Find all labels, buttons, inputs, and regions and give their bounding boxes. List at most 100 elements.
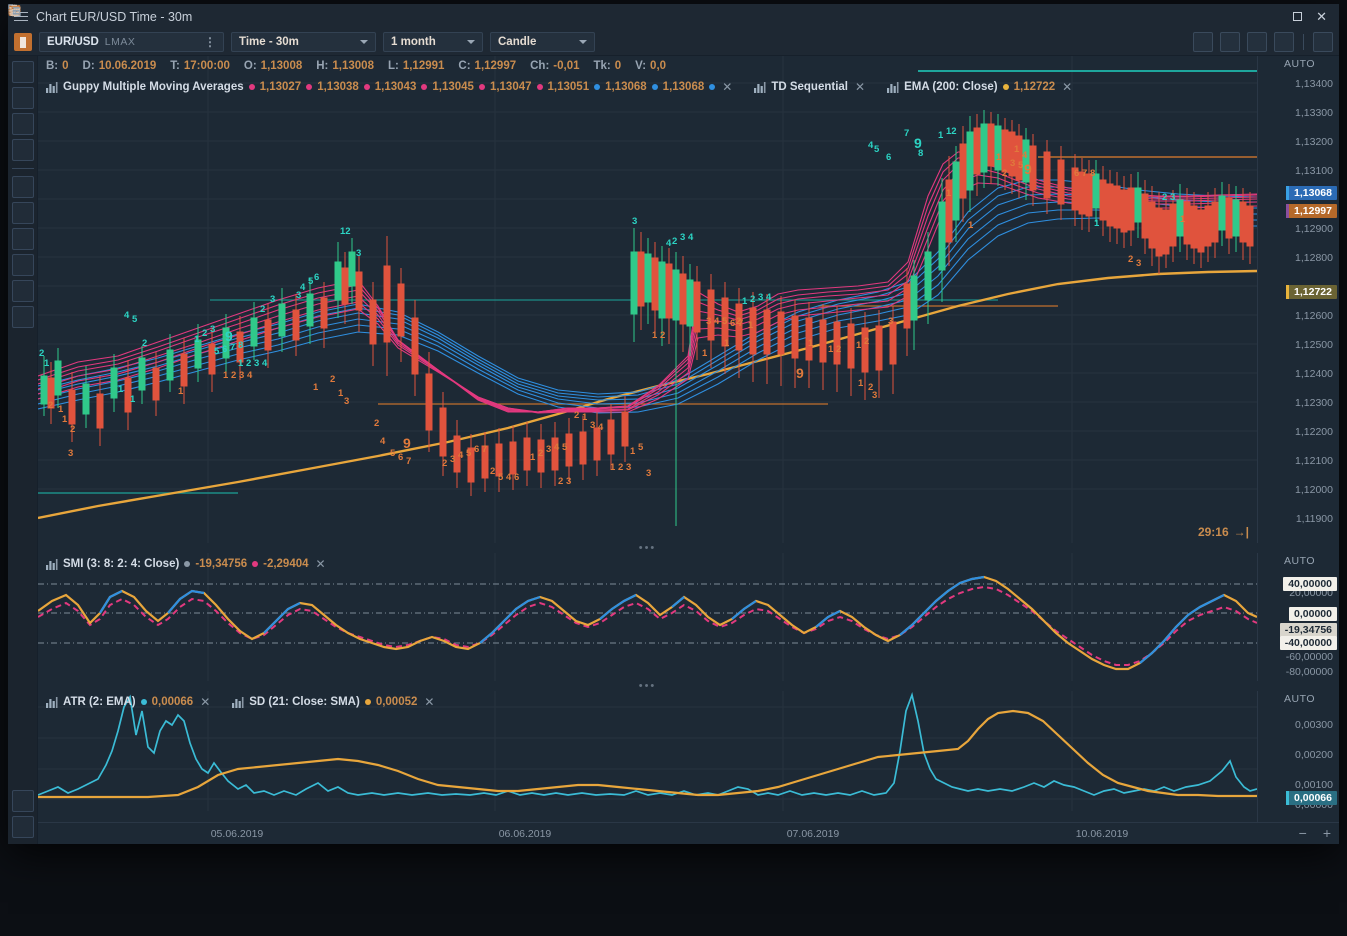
legend-item[interactable]: Guppy Multiple Moving Averages 1,13027 1,1… xyxy=(46,80,734,94)
layers-icon[interactable] xyxy=(9,5,34,109)
svg-text:4: 4 xyxy=(598,422,604,433)
svg-text:12: 12 xyxy=(946,126,957,137)
mouse-mode-icon[interactable] xyxy=(11,5,1240,52)
text-note-tool-icon[interactable] xyxy=(9,5,34,328)
svg-text:1: 1 xyxy=(238,358,244,369)
title-bar: Chart EUR/USD Time - 30m ✕ xyxy=(8,4,1339,29)
measure-icon[interactable] xyxy=(8,4,34,161)
restore-window-button[interactable] xyxy=(1293,12,1303,21)
svg-text:2: 2 xyxy=(1162,192,1167,203)
svg-text:7: 7 xyxy=(904,128,909,139)
svg-text:1: 1 xyxy=(808,338,814,349)
svg-text:4: 4 xyxy=(124,310,130,321)
symbol-badge-icon[interactable] xyxy=(14,33,32,51)
remove-indicator-icon[interactable]: ✕ xyxy=(720,80,734,94)
split-layout-icon[interactable] xyxy=(8,6,1267,52)
vertical-line-tool-icon[interactable] xyxy=(11,4,34,198)
timeframe-label: Time - 30m xyxy=(239,36,299,48)
parallel-channel-tool-icon[interactable] xyxy=(9,5,34,302)
indicator-icon xyxy=(46,558,58,570)
range-selector[interactable]: 1 month xyxy=(383,32,483,52)
remove-indicator-icon[interactable]: ✕ xyxy=(198,695,212,709)
zoom-search-icon[interactable] xyxy=(9,4,1213,52)
time-axis-label: 05.06.2019 xyxy=(210,828,264,840)
smi-axis-auto[interactable]: AUTO xyxy=(1284,555,1315,567)
price-axis[interactable]: AUTO 1,13400 1,13300 1,13200 1,13100 1,12900 1… xyxy=(1257,56,1339,543)
symbol-kebab-icon[interactable]: ⋮ xyxy=(204,36,216,48)
smi-value-tag: -19,34756 xyxy=(1279,623,1337,637)
legend-title: EMA (200: Close) xyxy=(904,81,998,93)
pane-divider-1[interactable]: ••• xyxy=(38,542,1257,554)
symbol-selector[interactable]: EUR/USD LMAX ⋮ xyxy=(39,32,224,52)
indicator-icon xyxy=(46,81,58,93)
timeframe-selector[interactable]: Time - 30m xyxy=(231,32,376,52)
svg-text:3: 3 xyxy=(1136,258,1141,269)
right-panel-toggle-icon[interactable] xyxy=(8,5,1333,52)
svg-text:3: 3 xyxy=(626,462,631,473)
zoom-out-button[interactable]: − xyxy=(1299,826,1307,840)
legend-color-dot xyxy=(651,84,658,90)
chart-window: Chart EUR/USD Time - 30m ✕ EUR/USD LMAX … xyxy=(8,4,1339,844)
object-list-icon[interactable] xyxy=(9,7,34,838)
window-controls: ✕ xyxy=(1293,10,1333,23)
remove-indicator-icon[interactable]: ✕ xyxy=(314,557,328,571)
svg-text:2: 2 xyxy=(1002,168,1007,179)
svg-text:5: 5 xyxy=(214,346,220,357)
legend-title: ATR (2: EMA) xyxy=(63,696,136,708)
window-title: Chart EUR/USD Time - 30m xyxy=(36,9,193,24)
svg-text:2: 2 xyxy=(574,410,579,421)
main-price-pane[interactable]: 21 11 45 2 123 5678 9 1234 23 456 3 12 3… xyxy=(38,56,1257,543)
smi-pane[interactable]: SMI (3: 8: 2: 4: Close) -19,34756 -2,29404… xyxy=(38,553,1257,681)
svg-text:3: 3 xyxy=(646,468,651,479)
pane-divider-2[interactable]: ••• xyxy=(38,680,1257,692)
atr-line xyxy=(38,692,1257,796)
rectangle-tool-icon[interactable] xyxy=(9,5,34,276)
smi-axis[interactable]: AUTO40,0000020,000000,00000-40,00000-60,… xyxy=(1257,553,1339,681)
svg-text:1: 1 xyxy=(313,382,319,393)
quote-key: D: xyxy=(82,59,95,72)
alerts-bell-icon[interactable] xyxy=(10,5,34,135)
svg-text:2: 2 xyxy=(70,424,75,435)
horizontal-line-tool-icon[interactable] xyxy=(9,8,34,224)
atr-axis-auto[interactable]: AUTO xyxy=(1284,693,1315,705)
legend-item[interactable]: ATR (2: EMA) 0,00066 ✕ xyxy=(46,695,212,709)
legend-item[interactable]: SMI (3: 8: 2: 4: Close) -19,34756 -2,29404… xyxy=(46,557,328,571)
close-window-button[interactable]: ✕ xyxy=(1316,10,1327,23)
svg-text:2: 2 xyxy=(48,400,53,411)
svg-text:3: 3 xyxy=(632,216,637,227)
time-axis[interactable]: − + 05.06.2019 06.06.2019 07.06.2019 10.06.… xyxy=(38,822,1339,844)
quote-field: H: 1,13008 xyxy=(316,60,374,72)
charttype-selector[interactable]: Candle xyxy=(490,32,595,52)
svg-text:2: 2 xyxy=(864,336,869,347)
indicators-icon[interactable] xyxy=(9,6,34,83)
remove-indicator-icon[interactable]: ✕ xyxy=(1060,80,1074,94)
atr-sd-pane[interactable]: ATR (2: EMA) 0,00066 ✕ SD (21: Close: SMA) 0… xyxy=(38,691,1257,822)
remove-indicator-icon[interactable]: ✕ xyxy=(853,80,867,94)
svg-text:7: 7 xyxy=(406,456,411,467)
settings-gear-icon[interactable] xyxy=(8,4,1294,52)
svg-text:2: 2 xyxy=(330,374,335,385)
price-axis-auto[interactable]: AUTO xyxy=(1284,58,1315,70)
price-axis-label: 1,13100 xyxy=(1295,165,1333,177)
zoom-in-button[interactable]: + xyxy=(1323,826,1331,840)
svg-text:2: 2 xyxy=(558,476,563,487)
atr-sd-axis[interactable]: AUTO 0,00300 0,00200 0,00100 0,00000 0,00066 xyxy=(1257,691,1339,822)
svg-text:5: 5 xyxy=(466,448,472,459)
legend-value: -19,34756 xyxy=(195,558,248,570)
legend-color-dot xyxy=(140,699,147,705)
ema-price-tag: 1,12722 xyxy=(1286,285,1337,299)
delete-drawings-icon[interactable] xyxy=(10,6,34,812)
legend-color-dot xyxy=(1002,84,1009,90)
svg-text:3: 3 xyxy=(546,444,551,455)
smi-value-tag: 0,00000 xyxy=(1289,607,1337,621)
trend-line-tool-icon[interactable] xyxy=(9,5,34,250)
legend-title: Guppy Multiple Moving Averages xyxy=(63,81,244,93)
legend-item[interactable]: SD (21: Close: SMA) 0,00052 ✕ xyxy=(232,695,436,709)
price-tag-value: 1,12997 xyxy=(1294,205,1332,217)
remove-indicator-icon[interactable]: ✕ xyxy=(422,695,436,709)
legend-item[interactable]: EMA (200: Close) 1,12722 ✕ xyxy=(887,80,1074,94)
quote-field: Ch: -0,01 xyxy=(530,60,579,72)
chart-toolbar: EUR/USD LMAX ⋮ Time - 30m 1 month Candle xyxy=(8,4,1339,56)
svg-text:1: 1 xyxy=(1180,214,1186,225)
legend-item[interactable]: TD Sequential ✕ xyxy=(754,80,867,94)
